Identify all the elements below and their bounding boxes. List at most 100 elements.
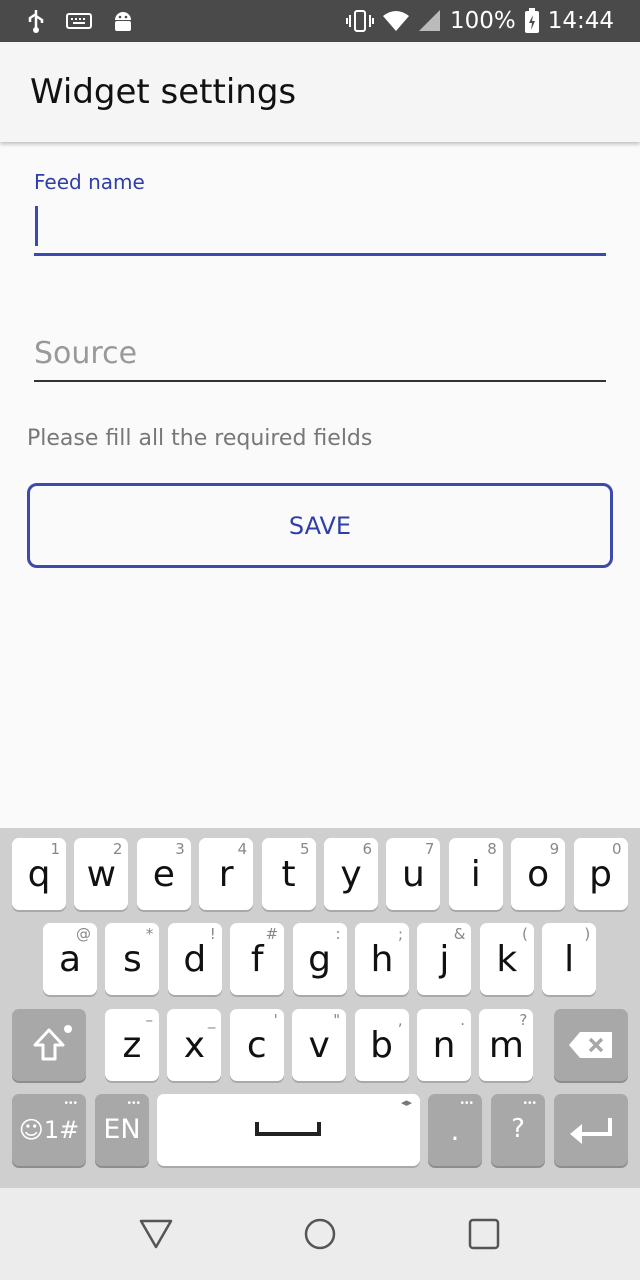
soft-keyboard: 1q2w3e4r5t6y7u8i9o0p @ a * s! d # f: g; h & j(k) l … (0, 828, 640, 1188)
key-t[interactable]: 5t (261, 838, 316, 910)
feed-name-input[interactable] (34, 198, 606, 256)
key-label: m (488, 1025, 524, 1066)
battery-percent: 100% (449, 8, 516, 34)
key-h[interactable]: ; h (355, 923, 409, 995)
key-w[interactable]: 2w (74, 838, 129, 910)
more-dots-icon: ••• (460, 1098, 474, 1109)
language-key[interactable]: ••• EN (95, 1094, 149, 1166)
status-icons-left (26, 8, 134, 34)
key-b[interactable]: ,b (354, 1009, 409, 1081)
home-icon[interactable] (303, 1217, 337, 1251)
app-bar: Widget settings (0, 42, 640, 142)
key-v[interactable]: " v (292, 1009, 347, 1081)
key-z[interactable]: – z (105, 1009, 159, 1081)
space-bar-icon (255, 1122, 321, 1136)
recents-icon[interactable] (467, 1217, 501, 1251)
keyboard-icon (66, 13, 92, 29)
key-j[interactable]: & j (417, 923, 472, 995)
key-label: f (250, 939, 264, 980)
key-label: w (86, 854, 117, 895)
back-icon[interactable] (139, 1218, 173, 1250)
key-label: u (401, 854, 425, 895)
key-m[interactable]: ? m (479, 1009, 534, 1081)
key-label: v (308, 1025, 330, 1066)
status-icons-right: 100% 14:44 (345, 0, 614, 42)
key-label: h (370, 939, 394, 980)
key-p[interactable]: 0p (573, 838, 628, 910)
source-input[interactable]: Source (34, 330, 606, 382)
key-r[interactable]: 4r (199, 838, 254, 910)
key-label: r (218, 854, 234, 895)
android-icon (115, 12, 131, 31)
key-i[interactable]: 8i (448, 838, 503, 910)
enter-key[interactable] (554, 1094, 628, 1166)
status-bar: 100% 14:44 (0, 0, 640, 42)
key-k[interactable]: (k (479, 923, 534, 995)
key-y[interactable]: 6y (324, 838, 378, 910)
key-x[interactable]: _ x (167, 1009, 222, 1081)
key-label: b (370, 1025, 394, 1066)
key-label: p (589, 854, 613, 895)
key-label: k (496, 939, 518, 980)
feed-name-label: Feed name (34, 170, 145, 194)
backspace-icon (569, 1032, 612, 1058)
key-o[interactable]: 9o (511, 838, 566, 910)
key-label: n (432, 1025, 456, 1066)
key-label: d (183, 939, 207, 980)
key-label: g (308, 939, 332, 980)
key-label: a (58, 939, 82, 980)
key-label: c (246, 1025, 267, 1066)
key-l[interactable]: ) l (542, 923, 597, 995)
space-key[interactable]: ◂▸ (157, 1094, 420, 1166)
shift-indicator (64, 1025, 72, 1033)
save-button[interactable]: SAVE (27, 483, 613, 568)
question-key-label: ? (511, 1114, 525, 1144)
question-key[interactable]: ••• ? (491, 1094, 545, 1166)
key-label: x (183, 1025, 206, 1066)
vibrate-icon (345, 10, 374, 32)
usb-icon (28, 10, 44, 33)
more-dots-icon: ••• (64, 1098, 78, 1109)
key-label: s (123, 939, 142, 980)
key-q[interactable]: 1q (12, 838, 66, 910)
navigation-bar (0, 1188, 640, 1280)
symbols-key-label: ☺1# (18, 1116, 80, 1144)
validation-message: Please fill all the required fields (27, 426, 373, 451)
wifi-icon (382, 11, 409, 31)
more-dots-icon: ••• (127, 1098, 141, 1109)
key-f[interactable]: # f (230, 923, 285, 995)
key-a[interactable]: @ a (43, 923, 97, 995)
period-key-label: . (450, 1114, 460, 1147)
key-label: z (122, 1025, 142, 1066)
key-n[interactable]: .n (417, 1009, 471, 1081)
period-key[interactable]: ••• . (428, 1094, 482, 1166)
key-label: l (564, 939, 575, 980)
page-title: Widget settings (30, 72, 297, 112)
key-c[interactable]: ' c (229, 1009, 284, 1081)
key-label: q (27, 854, 51, 895)
key-s[interactable]: * s (105, 923, 160, 995)
shift-key[interactable] (12, 1009, 86, 1081)
text-cursor (35, 206, 38, 246)
signal-icon (418, 10, 440, 31)
key-label: t (281, 854, 296, 895)
shift-icon (33, 1028, 65, 1061)
language-key-label: EN (103, 1114, 141, 1145)
key-label: y (340, 854, 362, 895)
cursor-move-icon: ◂▸ (400, 1097, 412, 1109)
backspace-key[interactable] (554, 1009, 628, 1081)
key-label: j (439, 939, 450, 980)
key-e[interactable]: 3e (136, 838, 191, 910)
key-d[interactable]: ! d (167, 923, 222, 995)
symbols-key[interactable]: ••• ☺1# (12, 1094, 86, 1166)
key-label: o (527, 854, 550, 895)
enter-icon (570, 1118, 612, 1144)
key-g[interactable]: :g (292, 923, 347, 995)
more-dots-icon: ••• (523, 1098, 537, 1109)
battery-charging-icon (524, 8, 539, 33)
clock: 14:44 (547, 8, 614, 34)
key-label: e (152, 854, 175, 895)
key-label: i (470, 854, 481, 895)
source-placeholder: Source (34, 336, 138, 371)
key-u[interactable]: 7u (386, 838, 441, 910)
